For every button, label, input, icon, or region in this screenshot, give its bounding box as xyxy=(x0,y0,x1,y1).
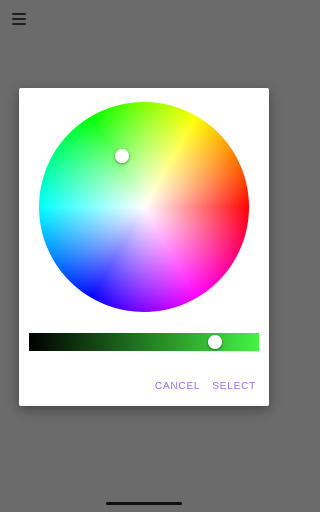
brightness-slider[interactable] xyxy=(29,333,259,351)
cancel-button[interactable]: CANCEL xyxy=(155,381,200,392)
menu-icon[interactable] xyxy=(12,13,26,25)
color-wheel-handle[interactable] xyxy=(115,149,129,163)
color-wheel[interactable] xyxy=(39,102,249,312)
select-button[interactable]: SELECT xyxy=(212,381,256,392)
brightness-slider-thumb[interactable] xyxy=(208,335,223,349)
color-picker-dialog: CANCEL SELECT xyxy=(19,88,269,406)
dialog-actions: CANCEL SELECT xyxy=(155,381,256,392)
home-indicator xyxy=(106,502,182,505)
